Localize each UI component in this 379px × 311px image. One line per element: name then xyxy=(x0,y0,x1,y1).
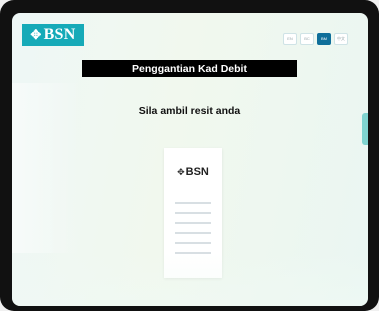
lang-button-en[interactable]: EN xyxy=(283,33,297,45)
screen-glare xyxy=(12,253,368,306)
receipt-line xyxy=(175,232,211,234)
left-panel-shade xyxy=(12,83,82,253)
receipt-line xyxy=(175,202,211,204)
receipt-leaf-icon: ✥ xyxy=(177,167,185,177)
kiosk-screen: ✥ BSN EN BC BM 中文 Penggantian Kad Debit … xyxy=(12,13,368,306)
receipt-logo: ✥BSN xyxy=(164,166,222,178)
bsn-logo: ✥ BSN xyxy=(22,24,84,46)
page-title: Penggantian Kad Debit xyxy=(82,60,297,77)
language-selector: EN BC BM 中文 xyxy=(283,33,348,45)
bsn-logo-text: BSN xyxy=(43,26,76,43)
receipt-line xyxy=(175,222,211,224)
edge-accent xyxy=(362,113,368,145)
receipt-line xyxy=(175,212,211,214)
lang-button-bc[interactable]: BC xyxy=(300,33,314,45)
lang-button-zh[interactable]: 中文 xyxy=(334,33,348,45)
receipt-line xyxy=(175,242,211,244)
bsn-leaf-icon: ✥ xyxy=(30,27,42,42)
receipt-logo-text: BSN xyxy=(185,166,209,178)
instruction-text: Sila ambil resit anda xyxy=(138,105,241,117)
lang-button-bm[interactable]: BM xyxy=(317,33,331,45)
